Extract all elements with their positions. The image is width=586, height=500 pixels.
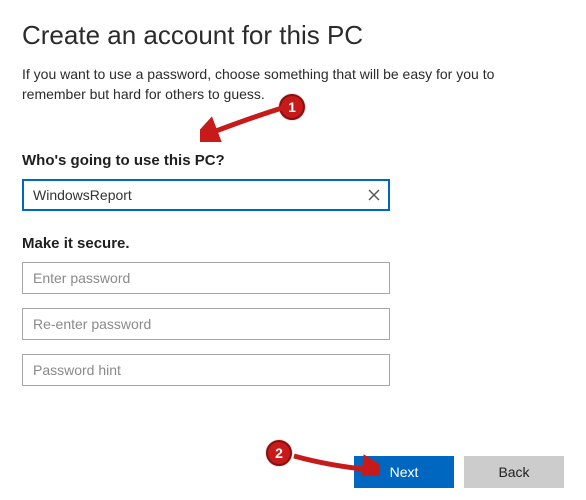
close-icon: [368, 189, 380, 201]
password-input[interactable]: [22, 262, 390, 294]
clear-icon[interactable]: [358, 179, 390, 211]
page-title: Create an account for this PC: [22, 20, 564, 51]
annotation-badge-2: 2: [266, 440, 292, 466]
back-button[interactable]: Back: [464, 456, 564, 488]
password-hint-input[interactable]: [22, 354, 390, 386]
annotation-badge-1: 1: [279, 94, 305, 120]
username-input[interactable]: [22, 179, 390, 211]
next-button[interactable]: Next: [354, 456, 454, 488]
footer-buttons: Next Back: [354, 456, 564, 488]
secure-label: Make it secure.: [22, 235, 564, 252]
dialog-content: Create an account for this PC If you wan…: [0, 0, 586, 386]
username-label: Who's going to use this PC?: [22, 152, 390, 169]
username-field-row: [22, 179, 390, 211]
password-section: Make it secure.: [22, 235, 564, 386]
username-section: Who's going to use this PC?: [22, 152, 390, 211]
confirm-password-input[interactable]: [22, 308, 390, 340]
